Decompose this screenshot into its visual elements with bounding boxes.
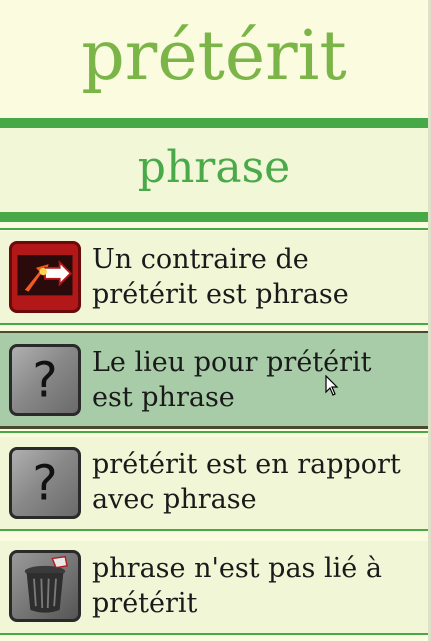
page-title: prétérit (81, 17, 347, 96)
relation-card-location[interactable]: ? Le lieu pour prétérit est phrase (0, 331, 428, 429)
card-text: Le lieu pour prétérit est phrase (92, 347, 372, 413)
divider-line (0, 529, 428, 531)
relation-card-antonym[interactable]: Un contraire de prétérit est phrase (0, 231, 428, 323)
card-text: prétérit est en rapport avec phrase (92, 449, 401, 515)
divider-line (0, 431, 428, 433)
divider-line (0, 228, 428, 230)
question-mark-icon: ? (9, 447, 81, 519)
trash-can-icon (9, 550, 81, 622)
subheader-divider (0, 212, 428, 222)
card-text: phrase n'est pas lié à prétérit (92, 553, 382, 619)
card-text: Un contraire de prétérit est phrase (92, 244, 349, 310)
antonym-arrows-icon (9, 241, 81, 313)
header-divider (0, 118, 428, 128)
question-mark-icon: ? (9, 344, 81, 416)
svg-text:?: ? (32, 457, 57, 512)
svg-text:?: ? (32, 354, 57, 409)
divider-line (0, 633, 428, 635)
relation-card-unrelated[interactable]: phrase n'est pas lié à prétérit (0, 541, 428, 633)
relation-card-related[interactable]: ? prétérit est en rapport avec phrase (0, 437, 428, 529)
subheader: phrase (0, 128, 428, 212)
subheader-word: phrase (137, 142, 291, 193)
divider-line (0, 323, 428, 325)
mouse-cursor-icon (325, 375, 339, 396)
page-header: prétérit (0, 0, 428, 118)
